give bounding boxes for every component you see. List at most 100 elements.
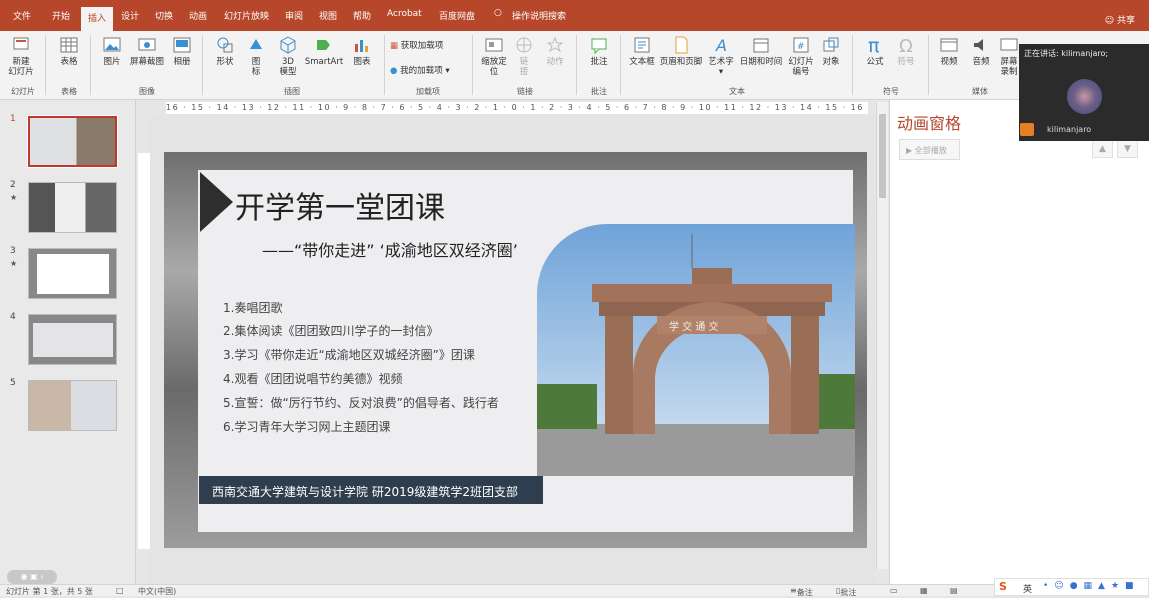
participant-name: kilimanjaro xyxy=(1047,125,1092,134)
group-tables-label: 表格 xyxy=(61,87,77,96)
my-addins-button[interactable]: ● 我的加载项 ▾ xyxy=(390,66,466,76)
language-indicator[interactable]: 中文(中国) xyxy=(138,586,176,597)
textbox-button[interactable]: 文本框 xyxy=(628,35,656,67)
lightbulb-icon: ○ xyxy=(494,8,502,18)
ime-toolbar[interactable]: S 英 •☺●▦▲★■ xyxy=(994,578,1149,596)
move-up-button[interactable]: ▲ xyxy=(1092,139,1113,158)
group-addins-label: 加载项 xyxy=(416,87,440,96)
chart-button[interactable]: 图表 xyxy=(350,35,374,67)
tab-home[interactable]: 开始 xyxy=(52,9,70,22)
notes-button[interactable]: ≡ 备注 xyxy=(790,586,813,597)
tab-acrobat[interactable]: Acrobat xyxy=(387,9,422,19)
smartart-button[interactable]: SmartArt xyxy=(304,35,344,67)
wordart-button[interactable]: A 艺术字 ▾ xyxy=(706,35,736,77)
tab-animations[interactable]: 动画 xyxy=(189,9,207,22)
slide-thumbnail-3[interactable] xyxy=(28,248,117,299)
status-bar: 幻灯片 第 1 张，共 5 张 □ 中文(中国) ≡ 备注 ▯ 批注 ▭ ▦ ▤ xyxy=(0,584,1149,597)
pictures-label: 图片 xyxy=(103,57,121,67)
university-gate-photo[interactable]: 学 交 通 交 xyxy=(537,224,855,476)
equation-label: 公式 xyxy=(866,57,884,67)
screen-recording-icon xyxy=(1000,38,1018,51)
video-button[interactable]: 视频 xyxy=(937,35,961,67)
agenda-item[interactable]: 3.学习《带你走近“成渝地区双城经济圈”》团课 xyxy=(223,346,475,363)
share-button[interactable]: ☺ 共享 xyxy=(1105,13,1135,26)
slide-footer-banner[interactable]: 西南交通大学建筑与设计学院 研2019级建筑学2班团支部 xyxy=(199,476,543,504)
tab-insert[interactable]: 插入 xyxy=(81,7,114,31)
agenda-item[interactable]: 1.奏唱团歌 xyxy=(223,299,282,316)
vertical-scrollbar[interactable] xyxy=(876,102,888,569)
ribbon-separator xyxy=(928,35,929,95)
vertical-ruler xyxy=(138,153,150,549)
new-slide-button[interactable]: 新建 幻灯片 xyxy=(6,35,36,77)
3d-models-label: 3D 模型 xyxy=(279,57,297,77)
slide-thumbnail-1[interactable] xyxy=(27,115,118,168)
get-addins-button[interactable]: ▦ 获取加载项 xyxy=(390,41,458,51)
svg-text:A: A xyxy=(715,36,727,55)
agenda-item[interactable]: 2.集体阅读《团团致四川学子的一封信》 xyxy=(223,322,438,339)
link-button[interactable]: 链 接 xyxy=(512,35,536,77)
group-symbols-label: 符号 xyxy=(883,87,899,96)
comment-button[interactable]: 批注 xyxy=(586,35,612,67)
tab-file[interactable]: 文件 xyxy=(13,9,31,22)
sogou-icon: S xyxy=(999,580,1007,593)
tab-view[interactable]: 视图 xyxy=(319,9,337,22)
slide-sorter-icon[interactable]: ▦ xyxy=(920,586,928,595)
screenshot-button[interactable]: 屏幕截图 xyxy=(128,35,166,67)
comments-button[interactable]: ▯ 批注 xyxy=(836,586,856,597)
table-button[interactable]: 表格 xyxy=(57,35,81,67)
slide-thumbnail-5[interactable] xyxy=(28,380,117,431)
accessibility-icon[interactable]: □ xyxy=(116,586,124,595)
view-toggle-pill[interactable]: ◉ ▣ ‹ xyxy=(7,570,57,584)
header-footer-button[interactable]: 页眉和页脚 xyxy=(657,35,705,67)
slide-title[interactable]: 开学第一堂团课 xyxy=(235,183,445,227)
ribbon-separator xyxy=(620,35,621,95)
slide-thumbnail-4[interactable] xyxy=(28,314,117,365)
svg-text:Ω: Ω xyxy=(899,36,913,55)
screen-recording-label: 屏幕 录制 xyxy=(1000,57,1018,77)
shapes-button[interactable]: 形状 xyxy=(212,35,238,67)
slide-counter: 幻灯片 第 1 张，共 5 张 xyxy=(6,587,93,596)
ime-tools-icons[interactable]: •☺●▦▲★■ xyxy=(1043,581,1140,591)
screen-recording-button[interactable]: 屏幕 录制 xyxy=(998,35,1020,77)
table-icon xyxy=(60,37,78,53)
animation-pane-title: 动画窗格 xyxy=(897,114,962,133)
slide-subtitle[interactable]: ——“带你走进” ‘成渝地区双经济圈’ xyxy=(262,237,518,261)
slide-thumbnail-2[interactable] xyxy=(28,182,117,233)
tab-help[interactable]: 帮助 xyxy=(353,9,371,22)
play-all-button[interactable]: ▶ 全部播放 xyxy=(899,139,960,160)
slide-number-button[interactable]: # 幻灯片 编号 xyxy=(787,35,815,77)
symbol-button[interactable]: Ω 符号 xyxy=(893,35,919,67)
agenda-item[interactable]: 6.学习青年大学习网上主题团课 xyxy=(223,418,390,435)
photo-album-label: 相册 xyxy=(173,57,191,67)
reading-view-icon[interactable]: ▤ xyxy=(950,586,958,595)
action-button[interactable]: 动作 xyxy=(543,35,567,67)
ime-language[interactable]: 英 xyxy=(1023,582,1032,595)
audio-button[interactable]: 音频 xyxy=(969,35,993,67)
wordart-label: 艺术字 xyxy=(708,57,734,67)
ribbon-tab-bar: 文件 开始 插入 设计 切换 动画 幻灯片放映 审阅 视图 帮助 Acrobat… xyxy=(0,0,1149,31)
tell-me-search[interactable]: 操作说明搜索 xyxy=(512,9,566,22)
scrollbar-thumb[interactable] xyxy=(879,114,886,198)
agenda-item[interactable]: 5.宣誓：做“厉行节约、反对浪费”的倡导者、践行者 xyxy=(223,394,499,411)
agenda-item[interactable]: 4.观看《团团说唱节约美德》视频 xyxy=(223,370,402,387)
date-time-button[interactable]: 日期和时间 xyxy=(737,35,785,67)
ribbon-separator xyxy=(852,35,853,95)
tab-design[interactable]: 设计 xyxy=(121,9,139,22)
normal-view-icon[interactable]: ▭ xyxy=(890,586,898,595)
zoom-button[interactable]: 缩放定 位 xyxy=(480,35,508,77)
thumb-content xyxy=(37,254,109,294)
tab-baidu-netdisk[interactable]: 百度网盘 xyxy=(439,9,475,22)
svg-text:π: π xyxy=(868,35,879,55)
icons-button[interactable]: 图 标 xyxy=(244,35,268,77)
3d-models-button[interactable]: 3D 模型 xyxy=(275,35,301,77)
tab-review[interactable]: 审阅 xyxy=(285,9,303,22)
move-down-button[interactable]: ▼ xyxy=(1117,139,1138,158)
object-button[interactable]: 对象 xyxy=(818,35,844,67)
screenshot-label: 屏幕截图 xyxy=(129,57,164,67)
tab-slideshow[interactable]: 幻灯片放映 xyxy=(224,9,269,22)
photo-album-button[interactable]: 相册 xyxy=(170,35,194,67)
tab-transitions[interactable]: 切换 xyxy=(155,9,173,22)
gate-image: 学 交 通 交 xyxy=(537,224,855,476)
pictures-button[interactable]: 图片 xyxy=(100,35,124,67)
equation-button[interactable]: π 公式 xyxy=(862,35,888,67)
